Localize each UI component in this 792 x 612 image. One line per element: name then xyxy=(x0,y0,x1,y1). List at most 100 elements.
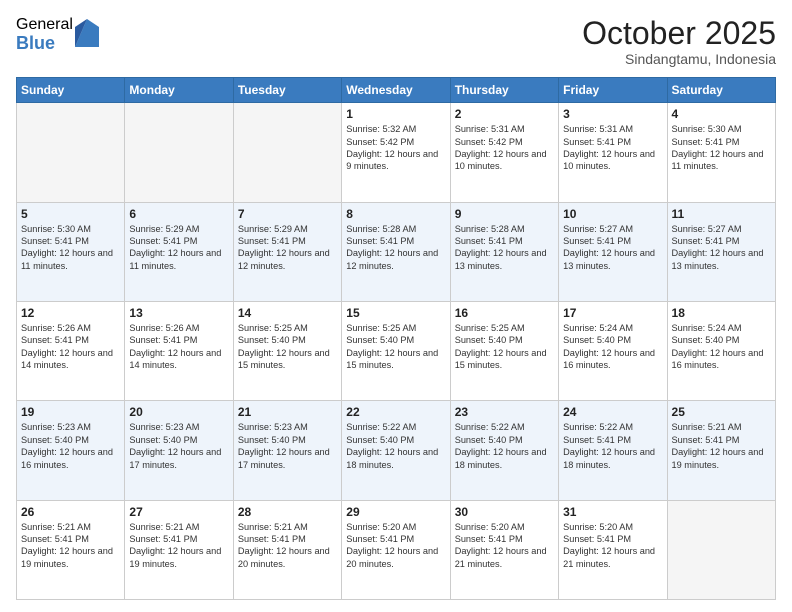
day-number: 23 xyxy=(455,405,554,419)
day-number: 1 xyxy=(346,107,445,121)
day-info: Sunrise: 5:22 AM Sunset: 5:40 PM Dayligh… xyxy=(455,421,554,471)
col-monday: Monday xyxy=(125,78,233,103)
table-row: 16 Sunrise: 5:25 AM Sunset: 5:40 PM Dayli… xyxy=(450,301,558,400)
day-info: Sunrise: 5:28 AM Sunset: 5:41 PM Dayligh… xyxy=(455,223,554,273)
day-info: Sunrise: 5:32 AM Sunset: 5:42 PM Dayligh… xyxy=(346,123,445,173)
table-row: 23 Sunrise: 5:22 AM Sunset: 5:40 PM Dayli… xyxy=(450,401,558,500)
col-wednesday: Wednesday xyxy=(342,78,450,103)
table-row: 28 Sunrise: 5:21 AM Sunset: 5:41 PM Dayli… xyxy=(233,500,341,599)
table-row: 31 Sunrise: 5:20 AM Sunset: 5:41 PM Dayli… xyxy=(559,500,667,599)
calendar-week-row: 12 Sunrise: 5:26 AM Sunset: 5:41 PM Dayli… xyxy=(17,301,776,400)
table-row: 3Sunrise: 5:31 AM Sunset: 5:41 PM Daylig… xyxy=(559,103,667,202)
header: General Blue October 2025 Sindangtamu, I… xyxy=(16,16,776,67)
table-row: 19 Sunrise: 5:23 AM Sunset: 5:40 PM Dayli… xyxy=(17,401,125,500)
day-number: 17 xyxy=(563,306,662,320)
day-number: 11 xyxy=(672,207,771,221)
day-info: Sunrise: 5:21 AM Sunset: 5:41 PM Dayligh… xyxy=(21,521,120,571)
table-row: 26 Sunrise: 5:21 AM Sunset: 5:41 PM Dayli… xyxy=(17,500,125,599)
day-number: 13 xyxy=(129,306,228,320)
day-number: 18 xyxy=(672,306,771,320)
day-number: 26 xyxy=(21,505,120,519)
table-row: 27 Sunrise: 5:21 AM Sunset: 5:41 PM Dayli… xyxy=(125,500,233,599)
day-number: 16 xyxy=(455,306,554,320)
day-number: 24 xyxy=(563,405,662,419)
day-info: Sunrise: 5:30 AM Sunset: 5:41 PM Dayligh… xyxy=(672,123,771,173)
day-number: 27 xyxy=(129,505,228,519)
title-block: October 2025 Sindangtamu, Indonesia xyxy=(582,16,776,67)
day-info: Sunrise: 5:29 AM Sunset: 5:41 PM Dayligh… xyxy=(238,223,337,273)
calendar-week-row: 19 Sunrise: 5:23 AM Sunset: 5:40 PM Dayli… xyxy=(17,401,776,500)
table-row: 15Sunrise: 5:25 AM Sunset: 5:40 PM Dayli… xyxy=(342,301,450,400)
col-sunday: Sunday xyxy=(17,78,125,103)
day-number: 20 xyxy=(129,405,228,419)
table-row: 18 Sunrise: 5:24 AM Sunset: 5:40 PM Dayli… xyxy=(667,301,775,400)
day-number: 14 xyxy=(238,306,337,320)
logo-text: General Blue xyxy=(16,16,73,53)
logo: General Blue xyxy=(16,16,99,53)
table-row: 21 Sunrise: 5:23 AM Sunset: 5:40 PM Dayli… xyxy=(233,401,341,500)
logo-blue: Blue xyxy=(16,34,73,54)
day-number: 7 xyxy=(238,207,337,221)
day-info: Sunrise: 5:23 AM Sunset: 5:40 PM Dayligh… xyxy=(21,421,120,471)
day-number: 10 xyxy=(563,207,662,221)
day-info: Sunrise: 5:27 AM Sunset: 5:41 PM Dayligh… xyxy=(672,223,771,273)
day-number: 19 xyxy=(21,405,120,419)
table-row: 1 Sunrise: 5:32 AM Sunset: 5:42 PM Daylig… xyxy=(342,103,450,202)
day-number: 6 xyxy=(129,207,228,221)
day-info: Sunrise: 5:25 AM Sunset: 5:40 PM Dayligh… xyxy=(455,322,554,372)
day-number: 12 xyxy=(21,306,120,320)
day-info: Sunrise: 5:21 AM Sunset: 5:41 PM Dayligh… xyxy=(672,421,771,471)
day-number: 30 xyxy=(455,505,554,519)
calendar: Sunday Monday Tuesday Wednesday Thursday… xyxy=(16,77,776,600)
day-info: Sunrise: 5:24 AM Sunset: 5:40 PM Dayligh… xyxy=(672,322,771,372)
day-info: Sunrise: 5:25 AM Sunset: 5:40 PM Dayligh… xyxy=(238,322,337,372)
day-info: Sunrise: 5:31 AM Sunset: 5:41 PM Dayligh… xyxy=(563,123,662,173)
table-row: 2Sunrise: 5:31 AM Sunset: 5:42 PM Daylig… xyxy=(450,103,558,202)
location: Sindangtamu, Indonesia xyxy=(582,51,776,67)
day-info: Sunrise: 5:22 AM Sunset: 5:40 PM Dayligh… xyxy=(346,421,445,471)
day-info: Sunrise: 5:21 AM Sunset: 5:41 PM Dayligh… xyxy=(238,521,337,571)
table-row: 9 Sunrise: 5:28 AM Sunset: 5:41 PM Daylig… xyxy=(450,202,558,301)
day-info: Sunrise: 5:21 AM Sunset: 5:41 PM Dayligh… xyxy=(129,521,228,571)
day-number: 28 xyxy=(238,505,337,519)
table-row: 10 Sunrise: 5:27 AM Sunset: 5:41 PM Dayli… xyxy=(559,202,667,301)
table-row xyxy=(17,103,125,202)
day-number: 8 xyxy=(346,207,445,221)
table-row: 6Sunrise: 5:29 AM Sunset: 5:41 PM Daylig… xyxy=(125,202,233,301)
day-info: Sunrise: 5:26 AM Sunset: 5:41 PM Dayligh… xyxy=(21,322,120,372)
table-row: 13 Sunrise: 5:26 AM Sunset: 5:41 PM Dayli… xyxy=(125,301,233,400)
col-tuesday: Tuesday xyxy=(233,78,341,103)
table-row: 24 Sunrise: 5:22 AM Sunset: 5:41 PM Dayli… xyxy=(559,401,667,500)
col-saturday: Saturday xyxy=(667,78,775,103)
col-friday: Friday xyxy=(559,78,667,103)
page: General Blue October 2025 Sindangtamu, I… xyxy=(0,0,792,612)
calendar-header-row: Sunday Monday Tuesday Wednesday Thursday… xyxy=(17,78,776,103)
day-number: 9 xyxy=(455,207,554,221)
day-number: 15 xyxy=(346,306,445,320)
day-info: Sunrise: 5:28 AM Sunset: 5:41 PM Dayligh… xyxy=(346,223,445,273)
table-row xyxy=(233,103,341,202)
calendar-week-row: 5Sunrise: 5:30 AM Sunset: 5:41 PM Daylig… xyxy=(17,202,776,301)
table-row: 30Sunrise: 5:20 AM Sunset: 5:41 PM Dayli… xyxy=(450,500,558,599)
day-info: Sunrise: 5:30 AM Sunset: 5:41 PM Dayligh… xyxy=(21,223,120,273)
day-number: 31 xyxy=(563,505,662,519)
table-row: 5Sunrise: 5:30 AM Sunset: 5:41 PM Daylig… xyxy=(17,202,125,301)
day-number: 4 xyxy=(672,107,771,121)
table-row xyxy=(125,103,233,202)
day-info: Sunrise: 5:22 AM Sunset: 5:41 PM Dayligh… xyxy=(563,421,662,471)
day-number: 29 xyxy=(346,505,445,519)
table-row: 29Sunrise: 5:20 AM Sunset: 5:41 PM Dayli… xyxy=(342,500,450,599)
day-number: 25 xyxy=(672,405,771,419)
table-row: 12 Sunrise: 5:26 AM Sunset: 5:41 PM Dayli… xyxy=(17,301,125,400)
day-number: 21 xyxy=(238,405,337,419)
day-info: Sunrise: 5:27 AM Sunset: 5:41 PM Dayligh… xyxy=(563,223,662,273)
day-info: Sunrise: 5:20 AM Sunset: 5:41 PM Dayligh… xyxy=(563,521,662,571)
table-row: 20 Sunrise: 5:23 AM Sunset: 5:40 PM Dayli… xyxy=(125,401,233,500)
day-info: Sunrise: 5:23 AM Sunset: 5:40 PM Dayligh… xyxy=(129,421,228,471)
day-info: Sunrise: 5:26 AM Sunset: 5:41 PM Dayligh… xyxy=(129,322,228,372)
day-number: 2 xyxy=(455,107,554,121)
day-info: Sunrise: 5:24 AM Sunset: 5:40 PM Dayligh… xyxy=(563,322,662,372)
col-thursday: Thursday xyxy=(450,78,558,103)
day-info: Sunrise: 5:23 AM Sunset: 5:40 PM Dayligh… xyxy=(238,421,337,471)
table-row: 17 Sunrise: 5:24 AM Sunset: 5:40 PM Dayli… xyxy=(559,301,667,400)
